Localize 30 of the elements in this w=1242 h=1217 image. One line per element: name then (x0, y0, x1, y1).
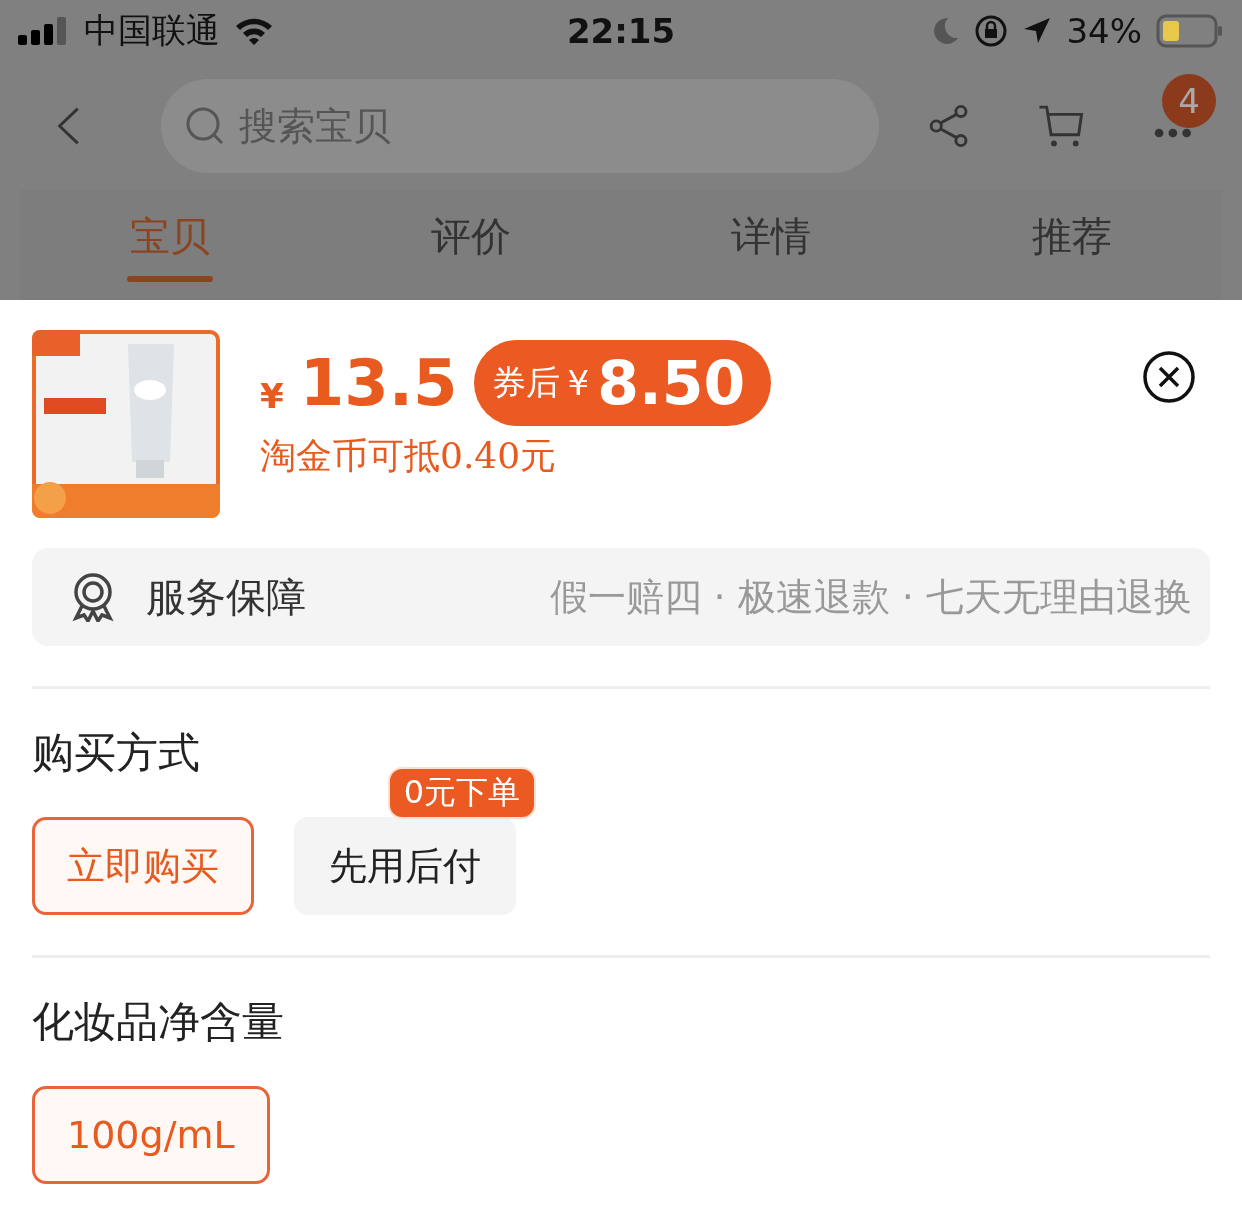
wifi-icon (234, 16, 274, 46)
currency-symbol: ¥ (260, 376, 284, 416)
option-button[interactable]: 100g/mL (32, 1086, 270, 1184)
more-icon[interactable] (1154, 126, 1192, 140)
tab[interactable]: 详情 (621, 190, 922, 300)
section-title: 购买方式 (32, 727, 201, 779)
coupon-label: 券后 (491, 361, 560, 404)
rotation-lock-icon (974, 14, 1009, 48)
battery-icon (1156, 14, 1224, 48)
tab[interactable]: 推荐 (921, 190, 1222, 300)
cart-badge: 4 (1162, 74, 1216, 128)
battery-percent: 34% (1066, 11, 1142, 51)
carrier-name: 中国联通 (84, 9, 220, 52)
option-button[interactable]: 立即购买 (32, 817, 254, 915)
search-icon (184, 106, 225, 146)
tab[interactable]: 评价 (320, 190, 621, 300)
product-price: 13.5 (299, 346, 458, 420)
clock-time: 22:15 (566, 11, 676, 51)
option-badge: 0元下单 (387, 767, 536, 819)
service-detail: 假一赔四 · 极速退款 · 七天无理由退换 (549, 573, 1192, 621)
service-title: 服务保障 (146, 572, 306, 622)
close-icon[interactable] (1142, 350, 1196, 404)
section-title: 化妆品净含量 (32, 996, 285, 1048)
coin-discount-note: 淘金币可抵0.40元 (260, 434, 558, 478)
tab[interactable]: 宝贝 (20, 190, 321, 300)
coupon-price: 8.50 (597, 348, 746, 418)
currency-symbol: ¥ (567, 363, 590, 403)
badge-icon (70, 572, 116, 622)
option-button[interactable]: 先用后付 (294, 817, 516, 915)
service-guarantee-bar[interactable]: 服务保障 假一赔四 · 极速退款 · 七天无理由退换 (32, 548, 1210, 646)
